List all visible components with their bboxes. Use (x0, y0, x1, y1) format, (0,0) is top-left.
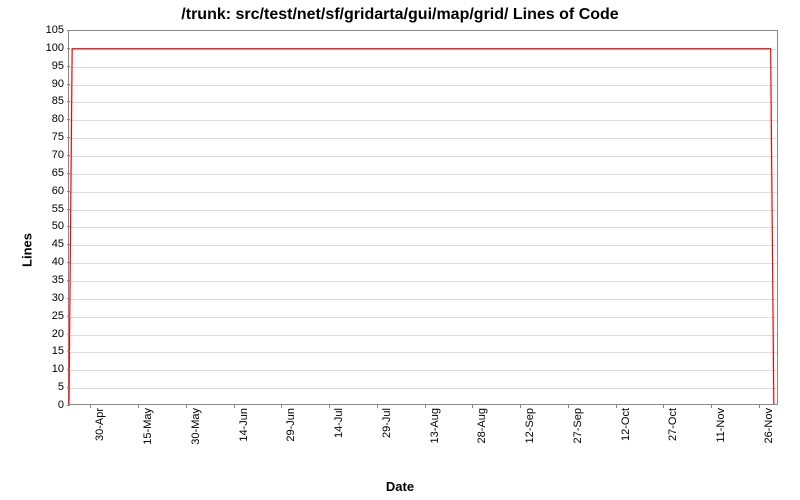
y-tick-label: 35 (34, 274, 64, 286)
y-tick-label: 65 (34, 167, 64, 179)
x-tick-label: 11-Nov (715, 408, 727, 443)
y-axis-label: Lines (19, 233, 34, 267)
x-tick-label: 14-Jul (333, 408, 345, 438)
x-axis-label: Date (0, 479, 800, 494)
y-tick-label: 70 (34, 149, 64, 161)
x-tick-label: 27-Sep (572, 408, 584, 443)
x-tick-label: 12-Sep (524, 408, 536, 443)
y-tick-label: 5 (34, 381, 64, 393)
y-tick-label: 75 (34, 131, 64, 143)
y-tick-label: 10 (34, 363, 64, 375)
y-tick-label: 50 (34, 220, 64, 232)
x-tick-label: 29-Jun (285, 408, 297, 442)
x-tick-label: 13-Aug (429, 408, 441, 443)
chart-title: /trunk: src/test/net/sf/gridarta/gui/map… (0, 6, 800, 24)
x-tick-label: 27-Oct (667, 408, 679, 441)
y-tick-label: 90 (34, 78, 64, 90)
y-tick-label: 100 (34, 42, 64, 54)
x-tick-label: 30-May (190, 408, 202, 445)
x-tick-label: 28-Aug (476, 408, 488, 443)
x-tick-label: 26-Nov (763, 408, 775, 443)
chart-container: /trunk: src/test/net/sf/gridarta/gui/map… (0, 0, 800, 500)
x-tick-label: 30-Apr (94, 408, 106, 441)
y-tick-label: 20 (34, 328, 64, 340)
x-tick-label: 29-Jul (381, 408, 393, 438)
y-tick-label: 40 (34, 256, 64, 268)
y-tick-label: 25 (34, 310, 64, 322)
series-line (69, 49, 774, 404)
y-tick-label: 0 (34, 399, 64, 411)
x-tick-label: 14-Jun (238, 408, 250, 442)
x-tick-label: 12-Oct (620, 408, 632, 441)
y-tick-label: 55 (34, 203, 64, 215)
y-tick-label: 105 (34, 24, 64, 36)
y-tick-label: 80 (34, 113, 64, 125)
y-tick-label: 95 (34, 60, 64, 72)
y-tick-label: 45 (34, 238, 64, 250)
y-tick-label: 60 (34, 185, 64, 197)
y-tick-label: 85 (34, 95, 64, 107)
data-line-svg (69, 31, 777, 404)
plot-area (68, 30, 778, 405)
x-tick-label: 15-May (142, 408, 154, 445)
y-tick-label: 15 (34, 345, 64, 357)
y-tick-label: 30 (34, 292, 64, 304)
